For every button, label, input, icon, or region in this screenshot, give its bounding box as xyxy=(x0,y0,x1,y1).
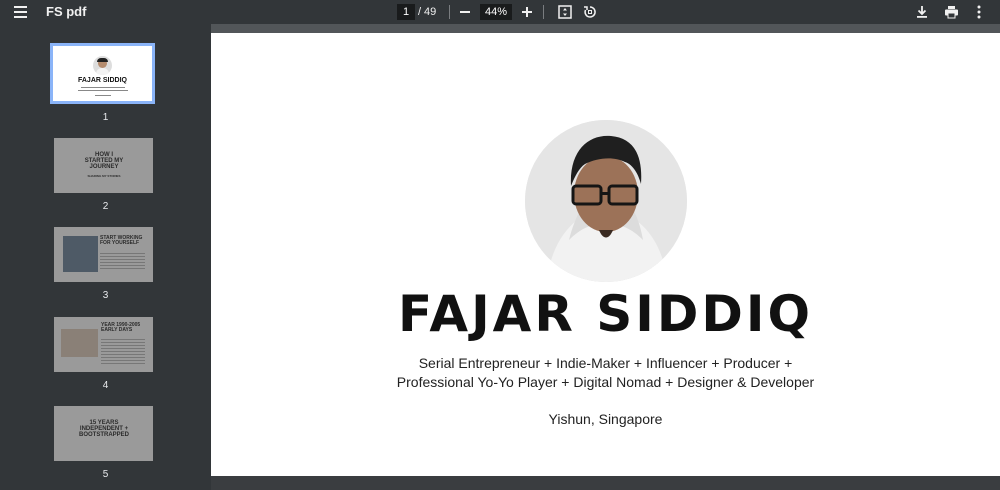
profile-photo xyxy=(525,120,687,282)
thumbnail-number: 3 xyxy=(102,290,109,301)
thumbnail-text-lines xyxy=(78,90,128,91)
more-icon[interactable] xyxy=(970,3,988,21)
next-page-edge xyxy=(211,476,1000,490)
thumbnail-page-1[interactable]: FAJAR SIDDIQ xyxy=(50,43,155,104)
thumbnail-page-4[interactable]: YEAR 1990-2005 EARLY DAYS xyxy=(54,317,153,372)
thumbnail-subtitle: SHARING MY STORIES xyxy=(87,174,121,178)
tagline-line-2: Professional Yo-Yo Player + Digital Noma… xyxy=(396,374,815,390)
thumbnail-text-lines xyxy=(95,95,111,96)
thumbnail-page-5[interactable]: 15 YEARS INDEPENDENT + BOOTSTRAPPED xyxy=(54,406,153,461)
document-title: FS pdf xyxy=(46,4,87,19)
thumbnail-photo xyxy=(63,236,98,272)
thumbnail-photo xyxy=(61,329,98,357)
location-text: Yishun, Singapore xyxy=(548,411,663,427)
pdf-page: FAJAR SIDDIQ Serial Entrepreneur + Indie… xyxy=(211,33,1000,479)
thumbnail-number: 5 xyxy=(102,469,109,480)
page-separator: / xyxy=(418,6,422,18)
toolbar-divider xyxy=(543,5,544,19)
thumbnail-page-2[interactable]: HOW I STARTED MY JOURNEY SHARING MY STOR… xyxy=(54,138,153,193)
toolbar-divider xyxy=(449,5,450,19)
print-icon[interactable] xyxy=(942,3,960,21)
thumbnail-text-lines xyxy=(101,337,145,365)
pdf-toolbar: FS pdf 1 / 49 44% xyxy=(0,0,1000,24)
download-icon[interactable] xyxy=(913,3,931,21)
pdf-viewer[interactable]: FAJAR SIDDIQ Serial Entrepreneur + Indie… xyxy=(211,24,1000,490)
thumbnail-title: YEAR 1990-2005 EARLY DAYS xyxy=(101,322,141,333)
thumbnail-number: 4 xyxy=(102,380,109,391)
tagline-line-1: Serial Entrepreneur + Indie-Maker + Infl… xyxy=(418,355,793,371)
thumbnail-number: 2 xyxy=(102,201,109,212)
thumbnail-title: 15 YEARS INDEPENDENT + BOOTSTRAPPED xyxy=(78,420,129,438)
rotate-icon[interactable] xyxy=(581,3,599,21)
thumbnail-avatar xyxy=(93,56,112,75)
zoom-out-icon[interactable] xyxy=(456,3,474,21)
thumbnail-title: START WORKING FOR YOURSELF xyxy=(100,235,143,246)
total-pages: 49 xyxy=(424,6,437,18)
thumbnail-text-lines xyxy=(100,251,145,271)
thumbnail-page-3[interactable]: START WORKING FOR YOURSELF xyxy=(54,227,153,282)
current-page-input[interactable]: 1 xyxy=(397,4,415,20)
speaker-name: FAJAR SIDDIQ xyxy=(397,285,814,343)
zoom-level[interactable]: 44% xyxy=(480,4,512,20)
thumbnail-title: FAJAR SIDDIQ xyxy=(77,77,127,84)
thumbnail-text-lines xyxy=(81,87,125,88)
menu-icon[interactable] xyxy=(12,4,30,20)
thumbnail-title: HOW I STARTED MY JOURNEY xyxy=(84,152,124,170)
thumbnail-sidebar: FAJAR SIDDIQ 1 HOW I STARTED MY JOURNEY … xyxy=(0,24,211,490)
zoom-in-icon[interactable] xyxy=(518,3,536,21)
fit-page-icon[interactable] xyxy=(556,3,574,21)
thumbnail-number: 1 xyxy=(102,112,109,123)
